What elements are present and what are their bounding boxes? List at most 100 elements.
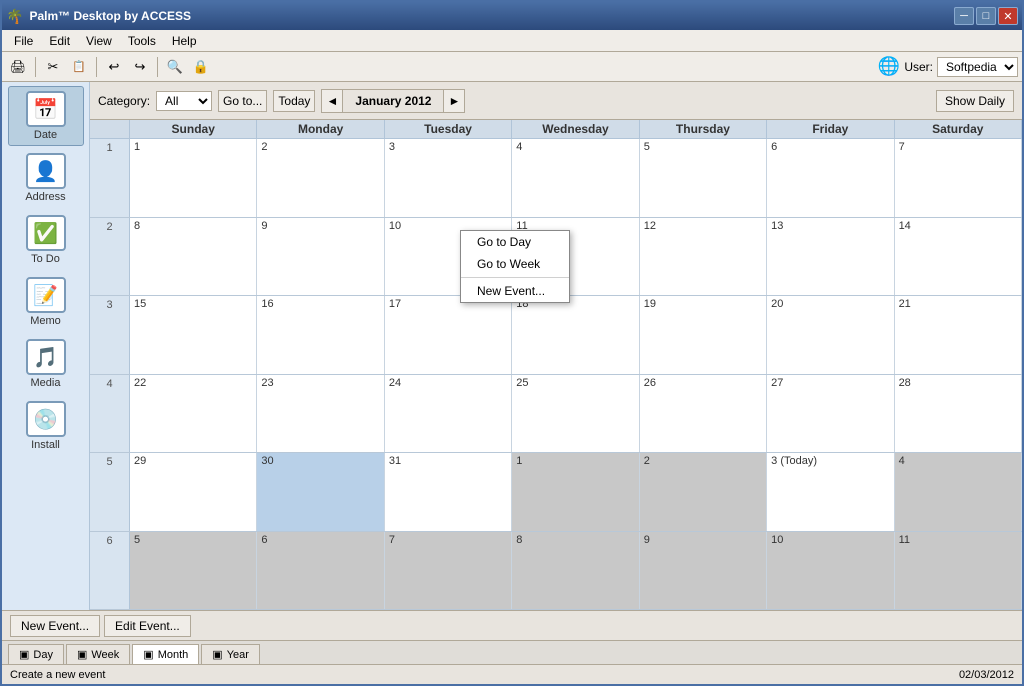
day-cell-5-7[interactable]: 4 (895, 453, 1022, 531)
day-cell-4-6[interactable]: 27 (767, 375, 894, 453)
day-cell-2-1[interactable]: 8 (130, 218, 257, 296)
week-header-spacer (90, 120, 130, 138)
day-number: 24 (389, 377, 401, 389)
day-cell-1-7[interactable]: 7 (895, 139, 1022, 217)
day-cell-3-7[interactable]: 21 (895, 296, 1022, 374)
sidebar-item-todo[interactable]: ✅ To Do (8, 210, 84, 270)
edit-event-button[interactable]: Edit Event... (104, 615, 191, 637)
day-cell-1-5[interactable]: 5 (640, 139, 767, 217)
maximize-button[interactable]: □ (976, 7, 996, 25)
day-cell-4-5[interactable]: 26 (640, 375, 767, 453)
day-cell-4-2[interactable]: 23 (257, 375, 384, 453)
context-menu-goto-day[interactable]: Go to Day (461, 231, 569, 253)
day-cell-6-7[interactable]: 11 (895, 532, 1022, 610)
day-cell-5-5[interactable]: 2 (640, 453, 767, 531)
new-event-button[interactable]: New Event... (10, 615, 100, 637)
day-cell-5-4[interactable]: 1 (512, 453, 639, 531)
tab-day[interactable]: ▣ Day (8, 644, 64, 664)
day-cell-6-6[interactable]: 10 (767, 532, 894, 610)
day-number: 2 (644, 455, 650, 467)
day-number: 11 (899, 534, 910, 546)
tb-search[interactable]: 🔍 (163, 55, 187, 79)
day-cell-6-1[interactable]: 5 (130, 532, 257, 610)
user-select[interactable]: Softpedia (937, 57, 1018, 77)
year-tab-label: Year (227, 649, 249, 661)
day-cell-4-1[interactable]: 22 (130, 375, 257, 453)
day-cell-5-1[interactable]: 29 (130, 453, 257, 531)
install-icon: 💿 (26, 401, 66, 437)
day-cell-4-7[interactable]: 28 (895, 375, 1022, 453)
day-cell-3-2[interactable]: 16 (257, 296, 384, 374)
next-month-button[interactable]: ► (444, 90, 464, 112)
tb-undo[interactable]: ↩ (102, 55, 126, 79)
prev-month-button[interactable]: ◄ (322, 90, 342, 112)
sidebar-item-memo[interactable]: 📝 Memo (8, 272, 84, 332)
sidebar-label-media: Media (31, 377, 61, 389)
day-cell-6-3[interactable]: 7 (385, 532, 512, 610)
week-tab-icon: ▣ (77, 648, 87, 661)
day-cell-3-3[interactable]: 17 (385, 296, 512, 374)
close-button[interactable]: ✕ (998, 7, 1018, 25)
today-button[interactable]: Today (273, 90, 315, 112)
day-cell-2-6[interactable]: 13 (767, 218, 894, 296)
header-friday: Friday (767, 120, 894, 138)
tb-print[interactable]: 🖨 (6, 55, 30, 79)
tb-copy[interactable]: 📋 (67, 55, 91, 79)
day-cell-1-4[interactable]: 4 (512, 139, 639, 217)
sidebar-item-address[interactable]: 👤 Address (8, 148, 84, 208)
day-cell-2-5[interactable]: 12 (640, 218, 767, 296)
day-cell-4-3[interactable]: 24 (385, 375, 512, 453)
day-cell-6-2[interactable]: 6 (257, 532, 384, 610)
tab-week[interactable]: ▣ Week (66, 644, 130, 664)
menu-view[interactable]: View (78, 32, 120, 50)
day-cell-2-2[interactable]: 9 (257, 218, 384, 296)
day-cell-1-2[interactable]: 2 (257, 139, 384, 217)
sidebar-item-install[interactable]: 💿 Install (8, 396, 84, 456)
day-number: 5 (644, 141, 650, 153)
menu-tools[interactable]: Tools (120, 32, 164, 50)
menu-file[interactable]: File (6, 32, 41, 50)
day-cell-3-4[interactable]: 18 (512, 296, 639, 374)
status-date: 02/03/2012 (959, 669, 1014, 681)
day-cell-1-1[interactable]: 1 (130, 139, 257, 217)
day-cell-5-2[interactable]: 30 (257, 453, 384, 531)
month-title: January 2012 (342, 90, 444, 112)
day-cell-4-4[interactable]: 25 (512, 375, 639, 453)
day-number: 6 (261, 534, 267, 546)
day-number: 4 (516, 141, 522, 153)
tab-month[interactable]: ▣ Month (132, 644, 199, 664)
user-label: User: (904, 60, 933, 74)
day-cell-3-5[interactable]: 19 (640, 296, 767, 374)
day-cell-1-3[interactable]: 3 (385, 139, 512, 217)
day-number: 19 (644, 298, 656, 310)
menu-help[interactable]: Help (164, 32, 205, 50)
day-cell-5-3[interactable]: 31 (385, 453, 512, 531)
day-cell-5-6[interactable]: 3 (Today) (767, 453, 894, 531)
tb-cut[interactable]: ✂ (41, 55, 65, 79)
minimize-button[interactable]: ─ (954, 7, 974, 25)
day-cell-3-6[interactable]: 20 (767, 296, 894, 374)
context-menu-separator (461, 277, 569, 278)
sidebar-item-media[interactable]: 🎵 Media (8, 334, 84, 394)
tb-redo[interactable]: ↪ (128, 55, 152, 79)
menu-edit[interactable]: Edit (41, 32, 78, 50)
day-tab-icon: ▣ (19, 648, 29, 661)
tb-sep-3 (157, 57, 158, 77)
tab-year[interactable]: ▣ Year (201, 644, 260, 664)
goto-button[interactable]: Go to... (218, 90, 267, 112)
day-cell-3-1[interactable]: 15 (130, 296, 257, 374)
tb-lock[interactable]: 🔒 (189, 55, 213, 79)
day-cell-6-5[interactable]: 9 (640, 532, 767, 610)
sidebar-item-date[interactable]: 📅 Date (8, 86, 84, 146)
category-select[interactable]: All (156, 91, 212, 111)
context-menu-goto-week[interactable]: Go to Week (461, 253, 569, 275)
day-number: 2 (261, 141, 267, 153)
bottom-buttons: New Event... Edit Event... (2, 610, 1022, 640)
show-daily-button[interactable]: Show Daily (936, 90, 1014, 112)
day-cell-1-6[interactable]: 6 (767, 139, 894, 217)
week-row-3: 315161718192021 (90, 296, 1022, 375)
day-cell-2-7[interactable]: 14 (895, 218, 1022, 296)
month-tab-icon: ▣ (143, 648, 153, 661)
day-cell-6-4[interactable]: 8 (512, 532, 639, 610)
context-menu-new-event[interactable]: New Event... (461, 280, 569, 302)
